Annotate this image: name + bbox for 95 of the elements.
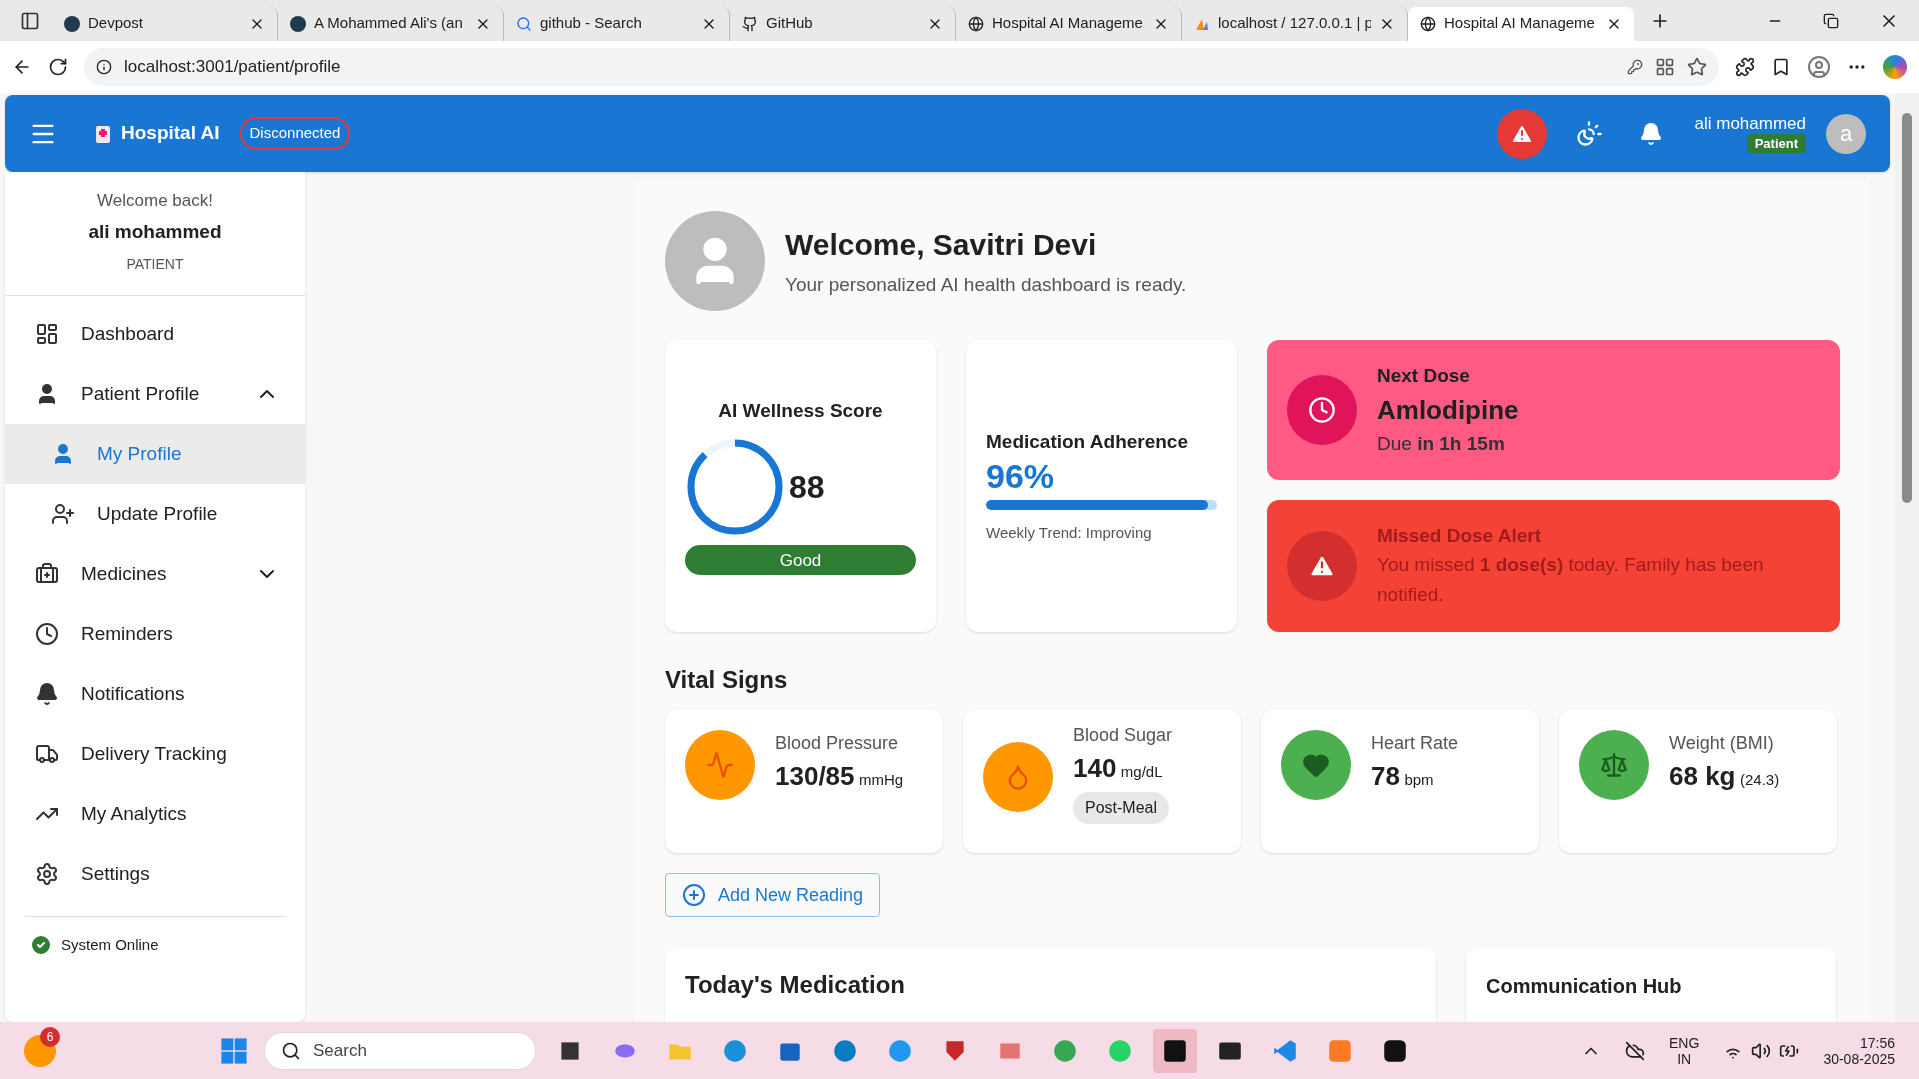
sidebar-item[interactable]: Notifications (5, 664, 305, 724)
search-icon (516, 15, 532, 32)
clock-icon (1308, 396, 1336, 424)
sidebar-user-name: ali mohammed (88, 219, 222, 244)
scale-icon (1600, 751, 1628, 779)
cloud-off-icon[interactable] (1625, 1040, 1646, 1061)
sidebar-item[interactable]: My Analytics (5, 784, 305, 844)
heart-icon (1302, 751, 1330, 779)
reload-icon[interactable] (48, 57, 68, 77)
bell-icon (35, 682, 59, 706)
browser-tab[interactable]: Devpost (52, 6, 278, 41)
card-title: AI Wellness Score (718, 398, 883, 423)
vital-value: 68 kg (24.3) (1669, 760, 1780, 793)
user-name: ali mohammed (1694, 113, 1806, 134)
tab-actions-icon[interactable] (20, 10, 40, 31)
reading-tag: Post-Meal (1073, 792, 1170, 824)
sidebar-item[interactable]: My Profile (5, 424, 305, 484)
theme-icon[interactable] (1574, 119, 1603, 148)
favorites-icon[interactable] (1771, 57, 1791, 77)
clock-time[interactable]: 17:56 (1859, 1034, 1895, 1051)
sidebar-item[interactable]: Patient Profile (5, 364, 305, 424)
info-icon[interactable] (96, 59, 112, 75)
person-add-icon (51, 502, 75, 526)
taskbar-search[interactable]: Search (264, 1031, 536, 1070)
bell-icon[interactable] (1638, 121, 1663, 146)
notification-badge: 6 (40, 1026, 60, 1047)
sidebar-item[interactable]: Delivery Tracking (5, 724, 305, 784)
windows-logo-icon[interactable] (220, 1036, 248, 1065)
sidebar-item[interactable]: Medicines (5, 544, 305, 604)
clock-date[interactable]: 30-08-2025 (1823, 1050, 1895, 1067)
assistant-icon[interactable] (1883, 55, 1907, 79)
next-dose-label: Next Dose (1377, 364, 1471, 388)
medical-kit-icon (35, 562, 59, 586)
sidebar-item[interactable]: Dashboard (5, 304, 305, 364)
browser-tab[interactable]: A Mohammed Ali's (an (278, 6, 504, 41)
vital-value: 78 bpm (1371, 760, 1435, 793)
apps-icon[interactable] (1655, 57, 1675, 77)
system-status: System Online (61, 934, 159, 955)
missed-dose-title: Missed Dose Alert (1377, 523, 1542, 548)
trend-text: Weekly Trend: Improving (986, 523, 1153, 543)
truck-icon (35, 742, 59, 766)
settings-icon (35, 862, 59, 886)
tab-favicon-icon (64, 15, 80, 32)
add-reading-button[interactable]: Add New Reading (665, 873, 881, 917)
hospital-icon (93, 123, 113, 144)
sidebar-user-role: PATIENT (126, 255, 184, 274)
greeting-text: Welcome back! (97, 190, 213, 212)
vital-value: 140 mg/dL (1073, 752, 1164, 785)
sidebar-item[interactable]: Update Profile (5, 484, 305, 544)
globe-icon (1420, 15, 1436, 32)
key-icon[interactable] (1627, 59, 1643, 75)
vital-label: Blood Sugar (1073, 724, 1173, 747)
search-icon (281, 1040, 301, 1061)
card-title: Today's Medication (685, 971, 905, 998)
vital-label: Weight (BMI) (1669, 732, 1775, 755)
language-text[interactable]: ENG (1669, 1034, 1700, 1051)
check-icon (29, 933, 53, 957)
region-text[interactable]: IN (1677, 1050, 1692, 1067)
dashboard-icon (35, 322, 59, 346)
browser-tab[interactable]: Hospital AI Manageme (956, 6, 1182, 41)
pulse-icon (706, 751, 734, 779)
sidebar-item[interactable]: Settings (5, 844, 305, 904)
browser-tab[interactable]: GitHub (730, 6, 956, 41)
role-badge: Patient (1746, 133, 1806, 154)
rating-badge: Good (685, 545, 916, 576)
profile-icon[interactable] (1807, 55, 1831, 79)
scrollbar[interactable] (1895, 93, 1919, 1022)
app-title: Hospital AI (121, 121, 220, 146)
extensions-icon[interactable] (1735, 57, 1755, 77)
connection-status: Disconnected (239, 117, 351, 150)
score-value: 88 (789, 468, 825, 508)
section-title: Vital Signs (665, 665, 789, 695)
medicine-name: Amlodipine (1377, 393, 1519, 427)
missed-dose-message: You missed 1 dose(s) today. Family has been notified. (1377, 553, 1765, 608)
card-title: Medication Adherence (986, 429, 1189, 454)
address-field[interactable]: localhost:3001/patient/profile (84, 48, 1719, 86)
due-text: Due in 1h 15m (1377, 431, 1506, 456)
vital-label: Blood Pressure (775, 732, 900, 755)
clock-icon (35, 622, 59, 646)
card-title: Communication Hub (1486, 975, 1682, 997)
vital-value: 130/85 mmHg (775, 760, 904, 793)
globe-icon (968, 15, 984, 32)
sidebar-item[interactable]: Reminders (5, 604, 305, 664)
github-icon (742, 15, 758, 32)
star-icon[interactable] (1687, 57, 1707, 77)
add-icon (682, 883, 706, 907)
welcome-subtitle: Your personalized AI health dashboard is ready. (785, 273, 1187, 298)
vital-label: Heart Rate (1371, 732, 1459, 755)
volume-icon[interactable] (1751, 1040, 1772, 1061)
browser-tab[interactable]: Hospital AI Manageme (1408, 6, 1634, 41)
tab-favicon-icon (290, 15, 306, 32)
adherence-value: 96% (986, 456, 1056, 496)
welcome-title: Welcome, Savitri Devi (785, 227, 1098, 264)
browser-tab[interactable]: github - Search (504, 6, 730, 41)
restore-icon[interactable] (1823, 12, 1839, 29)
